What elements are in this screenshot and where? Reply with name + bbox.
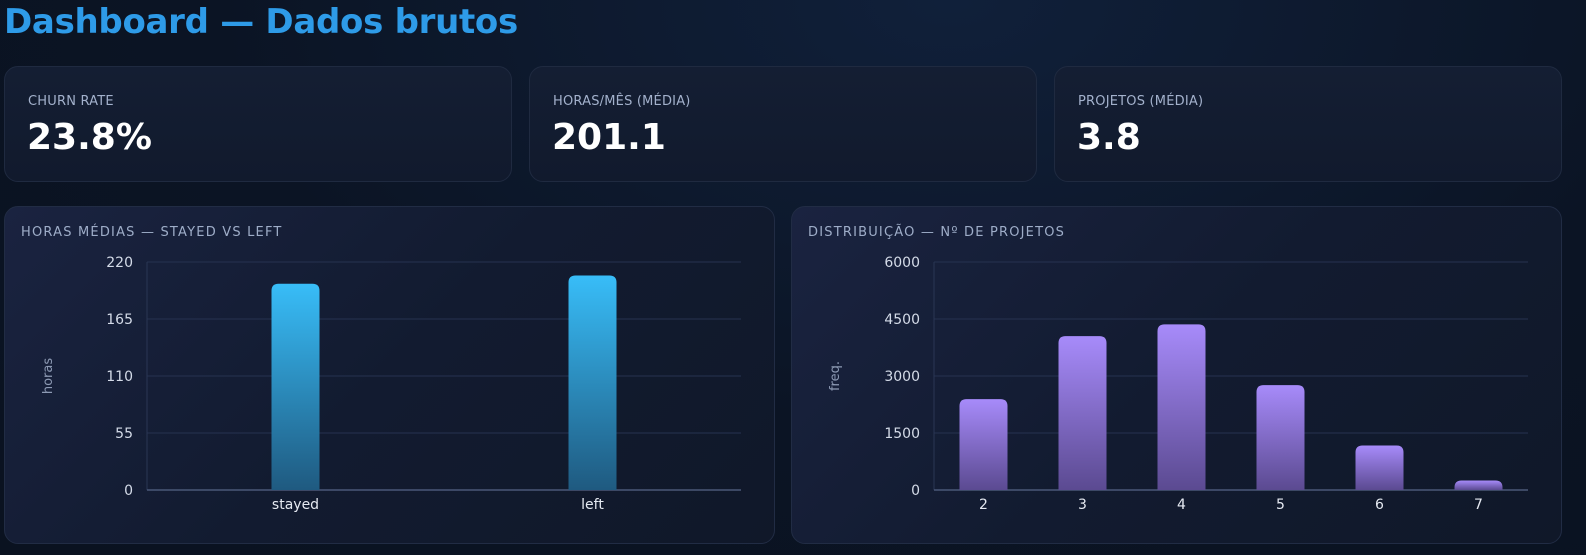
hours-bar-chart: 0 55 110 165 220 horas stayed left: [41, 255, 741, 513]
y-tick-label: 0: [124, 483, 133, 499]
y-tick-label: 4500: [884, 312, 920, 328]
kpi-label: CHURN RATE: [28, 94, 114, 109]
chart-card-projects: DISTRIBUIÇÃO — Nº DE PROJETOS 0 1500 3000 4…: [791, 206, 1562, 544]
kpi-row: CHURN RATE 23.8% HORAS/MÊS (MÉDIA) 201.1…: [4, 66, 1582, 182]
bar-4[interactable]: [1157, 324, 1206, 490]
kpi-value: 23.8%: [27, 117, 152, 158]
y-tick-label: 0: [911, 483, 920, 499]
chart-title: HORAS MÉDIAS — STAYED VS LEFT: [21, 225, 283, 240]
bar-stayed[interactable]: [271, 283, 320, 490]
y-axis-label: horas: [41, 358, 56, 395]
y-axis-label: freq.: [828, 361, 843, 391]
x-tick-label: stayed: [272, 497, 319, 513]
x-tick-label: 4: [1177, 497, 1186, 513]
bar-7[interactable]: [1454, 480, 1503, 491]
x-tick-label: 3: [1078, 497, 1087, 513]
projects-bar-chart: 0 1500 3000 4500 6000 freq. 2 3 4 5 6 7: [828, 255, 1528, 513]
x-tick-label: 6: [1375, 497, 1384, 513]
x-tick-label: left: [581, 497, 604, 513]
y-tick-label: 6000: [884, 255, 920, 271]
page-title: Dashboard — Dados brutos: [4, 2, 518, 42]
y-tick-label: 1500: [884, 426, 920, 442]
chart-card-hours: HORAS MÉDIAS — STAYED VS LEFT 0 55 110 165 2…: [4, 206, 775, 544]
y-tick-label: 3000: [884, 369, 920, 385]
kpi-card-hours: HORAS/MÊS (MÉDIA) 201.1: [529, 66, 1037, 182]
kpi-label: PROJETOS (MÉDIA): [1078, 94, 1204, 109]
bar-6[interactable]: [1355, 445, 1404, 490]
bar-3[interactable]: [1058, 336, 1107, 490]
y-tick-label: 55: [115, 426, 133, 442]
x-tick-label: 5: [1276, 497, 1285, 513]
kpi-label: HORAS/MÊS (MÉDIA): [553, 94, 691, 109]
bar-5[interactable]: [1256, 385, 1305, 490]
x-tick-label: 2: [979, 497, 988, 513]
bar-2[interactable]: [959, 399, 1008, 490]
y-tick-label: 165: [106, 312, 133, 328]
x-tick-label: 7: [1474, 497, 1483, 513]
kpi-value: 3.8: [1077, 117, 1141, 158]
y-tick-label: 110: [106, 369, 133, 385]
bar-left[interactable]: [568, 275, 617, 490]
kpi-card-churn: CHURN RATE 23.8%: [4, 66, 512, 182]
kpi-value: 201.1: [552, 117, 666, 158]
kpi-card-projects: PROJETOS (MÉDIA) 3.8: [1054, 66, 1562, 182]
y-tick-label: 220: [106, 255, 133, 271]
chart-title: DISTRIBUIÇÃO — Nº DE PROJETOS: [808, 225, 1066, 240]
